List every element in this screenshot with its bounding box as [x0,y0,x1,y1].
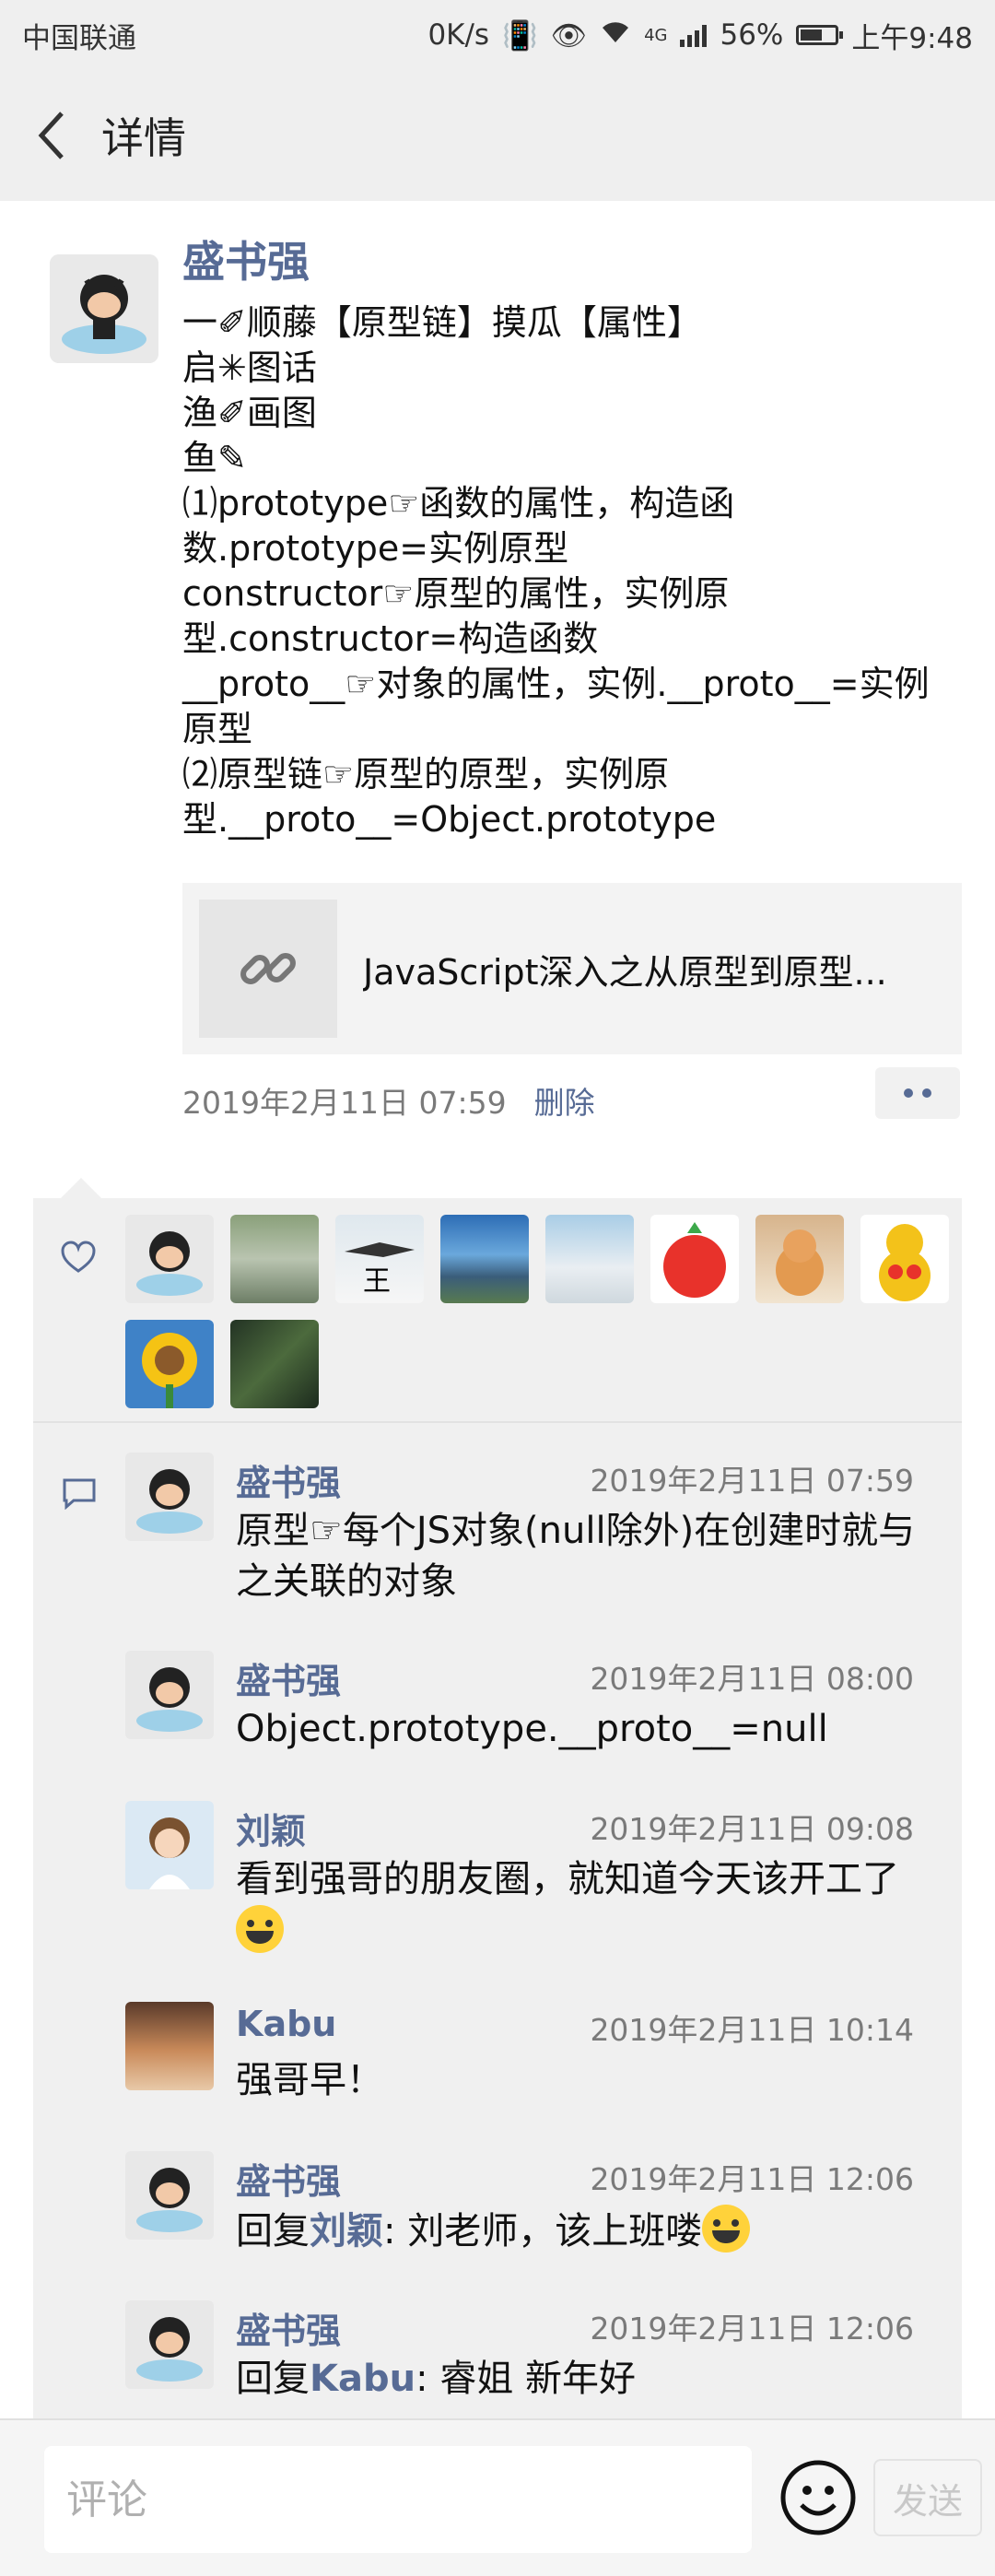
comment-time: 2019年2月11日 09:08 [590,1811,914,1847]
comment-icon [63,1478,96,1510]
dot-icon [904,1088,913,1098]
comment-text: 回复刘颖: 刘老师，该上班喽 [236,2205,936,2257]
comment-input[interactable] [44,2446,752,2553]
nav-header: 详情 [0,70,995,201]
like-avatar[interactable] [440,1215,529,1303]
like-avatar[interactable] [230,1320,319,1408]
chevron-left-icon [38,112,64,159]
author-avatar[interactable] [50,254,158,363]
comment-text: 强哥早！ [236,2059,383,2101]
comment-time: 2019年2月11日 07:59 [590,1463,914,1499]
like-avatar[interactable] [755,1215,844,1303]
carrier-label: 中国联通 [22,21,136,55]
reply-prefix: 回复 [236,2358,310,2400]
commenter-name[interactable]: 盛书强 [236,1454,341,1505]
panel-arrow [61,1178,101,1198]
like-avatar[interactable] [650,1215,739,1303]
reply-to-name[interactable]: 刘颖 [310,2210,383,2253]
comments-section: 盛书强 2019年2月11日 07:59 原型☞每个JS对象(null除外)在创… [33,1423,962,2463]
svg-text:王: 王 [363,1265,391,1298]
eye-icon: 👁 [550,18,588,53]
commenter-name[interactable]: 盛书强 [236,1653,341,1703]
comment-text-content: : 睿姐 新年好 [416,2358,637,2400]
commenter-avatar[interactable] [125,2300,214,2389]
likes-section: 王 [33,1198,962,1423]
comment-text: 回复Kabu: 睿姐 新年好 [236,2354,936,2405]
comment-time: 2019年2月11日 10:14 [590,2012,914,2048]
post-text: 一✐顺藤【原型链】摸瓜【属性】 启✳图话 渔✐画图 鱼✎ ⑴prototype☞… [182,302,930,840]
battery-icon [796,25,844,45]
commenter-avatar[interactable] [125,1801,214,1889]
comment-text: Object.prototype.__proto__=null [236,1708,828,1750]
like-avatar[interactable]: 王 [335,1215,424,1303]
comment-text: 原型☞每个JS对象(null除外)在创建时就与之关联的对象 [236,1510,916,1603]
delete-button[interactable]: 删除 [534,1078,595,1123]
commenter-name[interactable]: 盛书强 [236,2302,341,2353]
post-timestamp: 2019年2月11日 07:59 [182,1085,507,1121]
post-meta: 2019年2月11日 07:59 删除 [182,1078,595,1123]
reply-prefix: 回复 [236,2210,310,2253]
signal-icon [680,23,708,47]
dot-icon [922,1088,931,1098]
like-avatar[interactable] [230,1215,319,1303]
comment-text: 看到强哥的朋友圈，就知道今天该开工了 [236,1854,936,1958]
post-author-name[interactable]: 盛书强 [182,229,310,289]
comment-time: 2019年2月11日 12:06 [590,2161,914,2197]
wifi-icon [600,18,631,52]
commenter-avatar[interactable] [125,2151,214,2240]
commenter-name[interactable]: Kabu [236,2004,336,2044]
status-indicators: 0K/s 📳 👁 4G 56% 上午9:48 [427,15,973,56]
commenter-avatar[interactable] [125,1453,214,1541]
like-avatar[interactable] [125,1215,214,1303]
back-button[interactable] [0,70,101,201]
heart-icon [61,1241,96,1273]
comment-text-content: 看到强哥的朋友圈，就知道今天该开工了 [236,1858,899,1900]
send-button[interactable]: 发送 [873,2459,982,2536]
more-actions-button[interactable] [875,1067,960,1119]
comment-input-bar: 发送 [0,2418,995,2576]
vibrate-icon: 📳 [502,18,538,53]
network-speed: 0K/s [427,18,490,52]
grin-emoji-icon [702,2205,751,2253]
like-avatar[interactable] [125,1320,214,1408]
like-avatar[interactable] [860,1215,949,1303]
comment-time: 2019年2月11日 12:06 [590,2311,914,2347]
commenter-name[interactable]: 刘颖 [236,1803,306,1853]
link-title: JavaScript深入之从原型到原型... [363,951,887,993]
page-title: 详情 [101,113,186,163]
reply-to-name[interactable]: Kabu [310,2358,416,2400]
shared-link-card[interactable]: JavaScript深入之从原型到原型... [182,883,962,1054]
grin-emoji-icon [236,1905,284,1953]
status-bar: 中国联通 0K/s 📳 👁 4G 56% 上午9:48 [0,0,995,70]
commenter-name[interactable]: 盛书强 [236,2153,341,2204]
link-icon [199,900,337,1038]
commenter-avatar[interactable] [125,1651,214,1739]
network-type: 4G [644,25,668,45]
clock: 上午9:48 [851,21,973,55]
battery-percent: 56% [720,18,784,52]
like-avatar[interactable] [545,1215,634,1303]
commenter-avatar[interactable] [125,2002,214,2090]
comment-time: 2019年2月11日 08:00 [590,1661,914,1697]
likes-comments-panel: 王 盛书强 2019年2月11日 07:59 原型☞每个JS对象(null除外)… [33,1178,962,2463]
comment-text-content: : 刘老师，该上班喽 [383,2210,703,2253]
emoji-button-icon[interactable] [779,2459,857,2536]
